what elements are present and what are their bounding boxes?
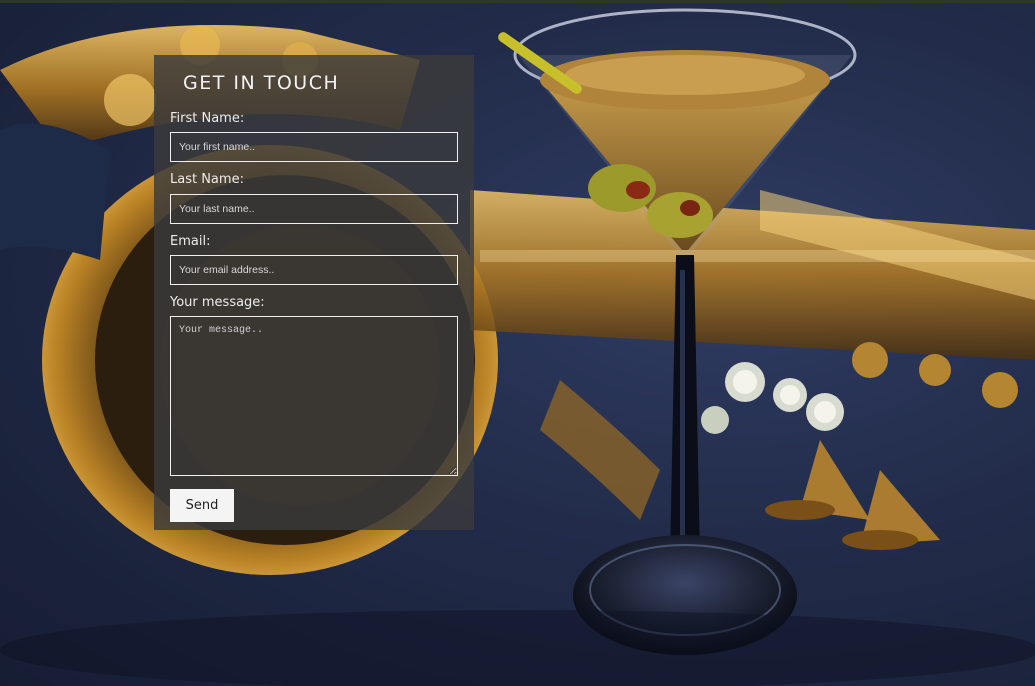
last-name-input[interactable] [170,194,458,224]
page-background: GET IN TOUCH First Name: Last Name: Emai… [0,0,1035,686]
message-label: Your message: [170,295,265,310]
form-title: GET IN TOUCH [183,72,340,94]
message-textarea[interactable] [170,316,458,476]
first-name-label: First Name: [170,111,245,126]
email-input[interactable] [170,255,458,285]
first-name-input[interactable] [170,132,458,162]
email-label: Email: [170,234,211,249]
contact-form: GET IN TOUCH First Name: Last Name: Emai… [154,55,474,530]
last-name-label: Last Name: [170,172,244,187]
send-button[interactable]: Send [170,489,234,522]
